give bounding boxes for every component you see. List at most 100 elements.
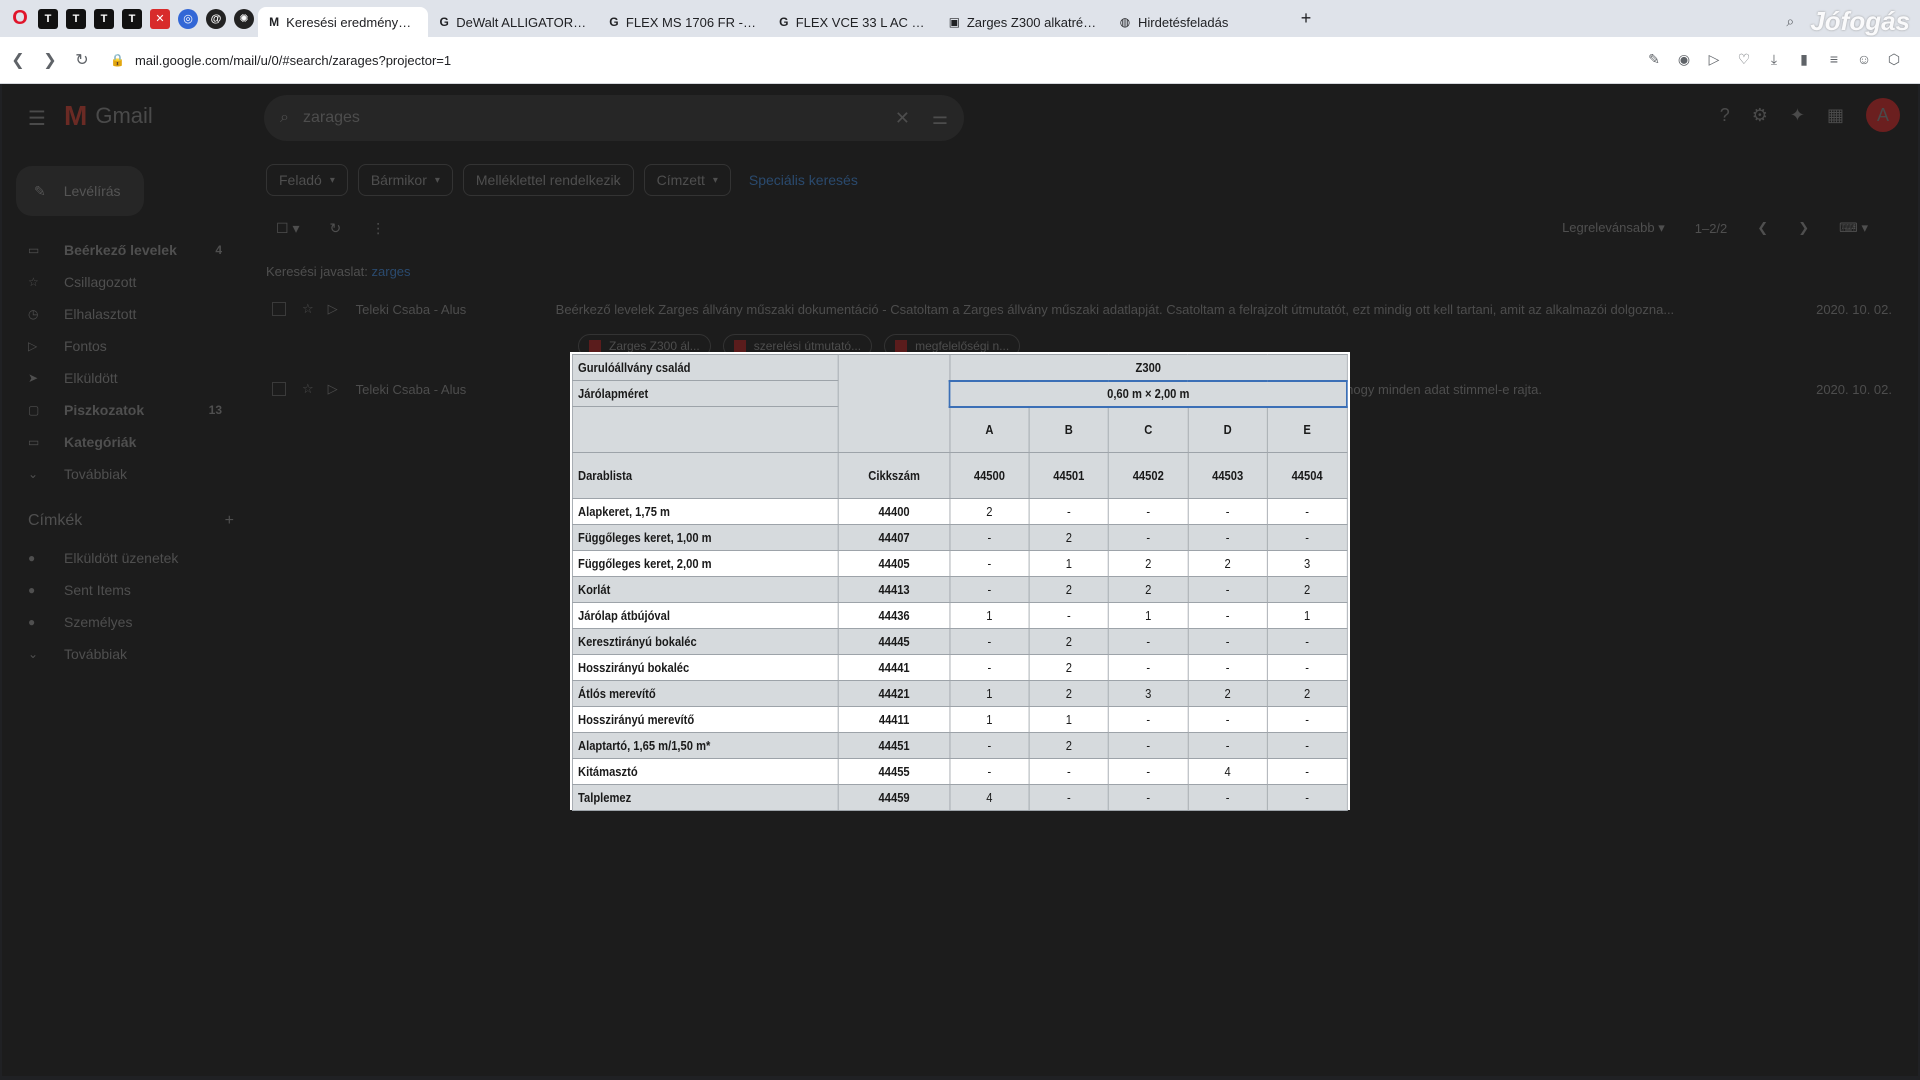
messenger-icon[interactable]: ◎	[178, 8, 198, 29]
part-quantity-cell: -	[1028, 758, 1109, 785]
important-icon[interactable]: ▷	[328, 381, 338, 397]
select-all-checkbox[interactable]: ☐ ▾	[276, 220, 299, 237]
back-icon[interactable]: ❮	[4, 46, 32, 74]
new-tab-button[interactable]: +	[1294, 7, 1318, 31]
pinned-t-icon-4[interactable]: T	[122, 8, 142, 29]
chevron-down-icon: ▾	[329, 174, 335, 186]
search-input[interactable]: zarages	[303, 109, 360, 127]
forward-icon[interactable]: ❯	[36, 46, 64, 74]
edit-icon[interactable]: ✎	[1644, 49, 1664, 69]
gmail-m-icon: M	[64, 100, 88, 131]
search-box[interactable]: ⌕ zarages ✕ ⚌	[264, 95, 964, 141]
part-quantity-cell: -	[1266, 732, 1348, 759]
search-options-icon[interactable]: ⚌	[932, 108, 948, 129]
part-quantity-cell: -	[1108, 654, 1189, 681]
table-row: Alapkeret, 1,75 m 44400 2- - - -	[571, 498, 1348, 525]
suggestion-query-link[interactable]: zarges	[372, 264, 411, 279]
browser-tab[interactable]: G DeWalt ALLIGATOR® alig	[428, 7, 598, 37]
help-icon[interactable]: ?	[1720, 105, 1730, 126]
browser-tab[interactable]: M Keresési eredmények - lar	[258, 7, 428, 37]
filter-chip[interactable]: Címzett ▾	[643, 164, 731, 196]
filter-chip[interactable]: Melléklettel rendelkezik	[462, 164, 634, 196]
reload-icon[interactable]: ↻	[68, 46, 96, 74]
sidebar-item[interactable]: ▭ Kategóriák	[2, 426, 242, 458]
add-label-icon[interactable]: +	[225, 512, 234, 530]
gmail-logo[interactable]: M Gmail	[64, 100, 153, 132]
main-menu-icon[interactable]: ☰	[28, 106, 46, 131]
chevron-down-icon: ▾	[712, 174, 718, 186]
sidebar-item[interactable]: ➤ Elküldött	[2, 362, 242, 394]
chatgpt-icon[interactable]: ✺	[234, 8, 254, 29]
refresh-icon[interactable]: ↻	[329, 220, 341, 237]
compose-button[interactable]: ✎ Levélírás	[16, 166, 144, 216]
opera-icon[interactable]: O	[10, 7, 30, 29]
camera-icon[interactable]: ◉	[1674, 49, 1694, 69]
sort-dropdown[interactable]: Legrelevánsabb ▾	[1532, 220, 1665, 236]
pdf-icon	[589, 340, 601, 352]
pinned-t-icon-1[interactable]: T	[38, 8, 58, 29]
label-item[interactable]: ● Sent Items	[2, 574, 242, 606]
pinned-red-icon[interactable]: ✕	[150, 8, 170, 29]
sidebar-item[interactable]: ▷ Fontos	[2, 330, 242, 362]
pinned-t-icon-2[interactable]: T	[66, 8, 86, 29]
part-quantity-cell: -	[1187, 576, 1268, 603]
clear-search-icon[interactable]: ✕	[895, 108, 910, 129]
next-page-icon[interactable]: ❯	[1798, 220, 1809, 236]
sidebar-item-label: Csillagozott	[64, 274, 137, 290]
star-icon[interactable]: ☆	[302, 301, 314, 317]
part-name: Korlát	[571, 576, 839, 603]
part-quantity-cell: 2	[1108, 576, 1189, 603]
send-icon[interactable]: ▷	[1704, 49, 1724, 69]
gemini-sparkle-icon[interactable]: ✦	[1790, 105, 1805, 126]
threads-icon[interactable]: @	[206, 8, 226, 29]
menu-lines-icon[interactable]: ≡	[1824, 49, 1844, 69]
browser-tab[interactable]: ▣ Zarges Z300 alkatrészek	[938, 7, 1108, 37]
apps-grid-icon[interactable]: ▦	[1827, 105, 1844, 126]
filter-chip[interactable]: Feladó ▾	[266, 164, 348, 196]
pinned-t-icon-3[interactable]: T	[94, 8, 114, 29]
advanced-search-link[interactable]: Speciális keresés	[749, 172, 858, 188]
variant-blank-cell	[571, 406, 839, 453]
table-row: Keresztirányú bokaléc 44445-2- - -	[571, 628, 1348, 655]
more-options-icon[interactable]: ⋮	[371, 220, 385, 237]
tab-search-icon[interactable]: ⌕	[1780, 12, 1800, 32]
filter-chip[interactable]: Bármikor ▾	[357, 164, 453, 196]
sort-label: Legrelevánsabb	[1562, 220, 1655, 235]
profile-icon[interactable]: ☺	[1854, 49, 1874, 69]
row-checkbox[interactable]	[272, 382, 286, 396]
label-item[interactable]: ⌄ Továbbiak	[2, 638, 242, 670]
mail-row[interactable]: ☆ ▷ Teleki Csaba - Alus Beérkező levelek…	[272, 294, 1892, 324]
sidebar-item-label: Elhalasztott	[64, 306, 137, 322]
part-quantity-cell: 1	[949, 706, 1030, 733]
sidebar-item[interactable]: ⌄ Továbbiak	[2, 458, 242, 490]
extensions-icon[interactable]: ⬡	[1884, 49, 1904, 69]
star-icon[interactable]: ☆	[302, 381, 314, 397]
part-quantity-cell: 2	[1028, 654, 1109, 681]
keyboard-icon[interactable]: ⌨ ▾	[1839, 220, 1868, 236]
row-checkbox[interactable]	[272, 302, 286, 316]
browser-tab[interactable]: G FLEX MS 1706 FR - Googl	[598, 7, 768, 37]
sidebar-item[interactable]: ☆ Csillagozott	[2, 266, 242, 298]
important-icon[interactable]: ▷	[328, 301, 338, 317]
labels-header: Címkék +	[28, 512, 234, 530]
avatar[interactable]: A	[1866, 98, 1900, 132]
settings-gear-icon[interactable]: ⚙	[1752, 105, 1768, 126]
browser-tab[interactable]: G FLEX VCE 33 L AC - Googl	[768, 7, 938, 37]
prev-page-icon[interactable]: ❮	[1757, 220, 1768, 236]
url-field[interactable]: 🔒 mail.google.com/mail/u/0/#search/zarag…	[110, 53, 451, 68]
compose-label: Levélírás	[63, 183, 121, 199]
label-item[interactable]: ● Személyes	[2, 606, 242, 638]
browser-tab[interactable]: ◍ Hirdetésfeladás	[1108, 7, 1268, 37]
part-name: Függőleges keret, 2,00 m	[571, 550, 839, 577]
label-tag-icon: ⌄	[28, 647, 39, 661]
tab-list: M Keresési eredmények - lar G DeWalt ALLIGA…	[258, 0, 1268, 37]
sidebar-item[interactable]: ◷ Elhalasztott	[2, 298, 242, 330]
download-icon[interactable]: ⤓	[1764, 49, 1784, 69]
sidebar-item[interactable]: ▭ Beérkező levelek 4	[2, 234, 242, 266]
sidebar-item[interactable]: ▢ Piszkozatok 13	[2, 394, 242, 426]
label-item[interactable]: ● Elküldött üzenetek	[2, 542, 242, 574]
label-tag-icon: ●	[28, 583, 36, 597]
sidebar-toggle-icon[interactable]: ▮	[1794, 49, 1814, 69]
search-icon[interactable]: ⌕	[280, 109, 289, 127]
heart-icon[interactable]: ♡	[1734, 49, 1754, 69]
